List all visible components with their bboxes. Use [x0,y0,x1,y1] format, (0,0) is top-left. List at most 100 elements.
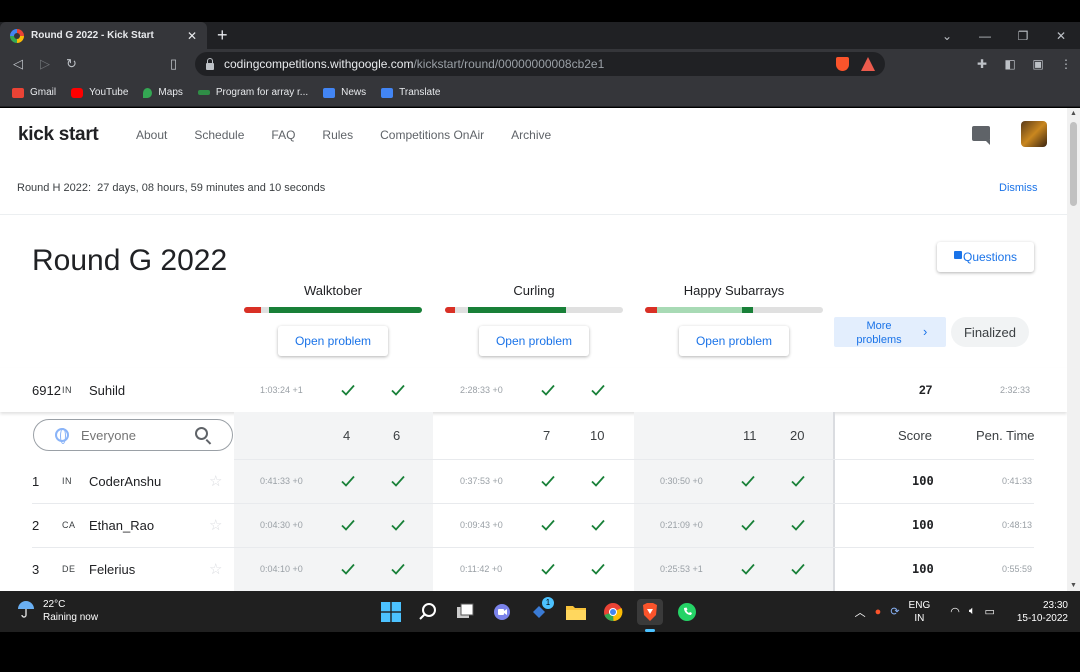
open-problem-button[interactable]: Open problem [679,326,789,356]
chevron-right-icon: › [923,324,928,339]
sidebar-icon[interactable]: ◧ [996,57,1024,71]
star-icon[interactable]: ☆ [209,459,222,503]
username[interactable]: CoderAnshu [89,459,161,503]
problem-name: Curling [513,283,555,298]
search-icon[interactable] [415,599,441,625]
penalty-time: 0:55:59 [1002,564,1033,574]
bookmark-gmail[interactable]: Gmail [12,87,56,98]
whatsapp-icon[interactable] [674,599,700,625]
tab-search-icon[interactable]: ⌄ [928,29,966,43]
questions-button[interactable]: Questions [937,242,1034,272]
nav-schedule[interactable]: Schedule [194,128,244,142]
bookmark-translate[interactable]: Translate [381,87,440,98]
max-points: 7 [543,427,551,443]
username[interactable]: Ethan_Rao [89,503,154,547]
score: 100 [912,474,934,488]
url-text: codingcompetitions.withgoogle.com/kickst… [224,57,605,71]
brave-icon[interactable] [637,598,663,632]
active-app-indicator [645,628,655,632]
open-problem-button[interactable]: Open problem [278,326,388,356]
kickstart-logo[interactable]: kick start [18,124,99,146]
scroll-up-icon[interactable]: ▲ [1070,110,1077,117]
screen: Round G 2022 - Kick Start ✕ + ⌄ — ❐ ✕ ◁ … [0,0,1080,672]
nav-about[interactable]: About [136,128,167,142]
new-tab-icon[interactable]: + [217,25,228,45]
chevron-up-icon[interactable]: ︿ [855,604,866,620]
notification-badge: 1 [542,596,554,609]
bookmark-news[interactable]: News [323,87,366,98]
star-icon[interactable]: ☆ [209,547,222,591]
chat-icon[interactable] [972,126,990,145]
star-icon[interactable]: ☆ [209,503,222,547]
wifi-icon[interactable]: ◠ [950,605,960,618]
score-header[interactable]: Score [898,413,932,457]
max-points: 11 [743,427,757,443]
chat-icon [953,251,962,259]
scroll-thumb[interactable] [1070,122,1077,206]
check-icon [390,503,406,547]
nav-archive[interactable]: Archive [511,128,551,142]
start-icon[interactable] [378,599,404,625]
avatar[interactable] [1021,121,1047,147]
scroll-down-icon[interactable]: ▼ [1070,582,1077,589]
username[interactable]: Suhild [89,368,125,412]
menu-icon[interactable]: ⋮ [1052,57,1080,71]
open-problem-button[interactable]: Open problem [479,326,589,356]
translate-icon [381,87,394,98]
penalty-header[interactable]: Pen. Time [976,413,1035,457]
penalty-time: 0:41:33 [1002,476,1033,486]
address-bar[interactable]: codingcompetitions.withgoogle.com/kickst… [195,52,885,76]
nav-competitions-onair[interactable]: Competitions OnAir [380,128,484,142]
volume-icon[interactable]: 🔈︎ [969,605,976,618]
widgets-icon[interactable]: 1 [526,596,554,625]
file-explorer-icon[interactable] [563,599,589,625]
country-code: IN [62,385,72,395]
chrome-icon[interactable] [600,599,626,625]
table-row[interactable]: 1 IN CoderAnshu ☆ 0:41:33 +0 0:37:53 +0 … [0,459,1067,503]
solve-time: 2:28:33 +0 [460,385,503,395]
check-icon [790,503,806,547]
restore-icon[interactable]: ❐ [1004,29,1042,43]
weather-widget[interactable]: 22°C Raining now [16,599,98,623]
table-row[interactable]: 3 DE Felerius ☆ 0:04:10 +0 0:11:42 +0 0:… [0,547,1067,591]
more-problems-button[interactable]: More problems › [834,317,946,347]
brave-tray-icon[interactable]: ● [875,606,882,618]
minimize-icon[interactable]: — [966,29,1004,43]
reload-icon[interactable]: ↻ [66,56,77,72]
teams-chat-icon[interactable] [489,599,515,625]
close-tab-icon[interactable]: ✕ [187,29,197,43]
lock-icon [206,57,214,70]
clock[interactable]: 23:30 15-10-2022 [1017,599,1068,625]
sync-icon[interactable]: ⟳ [890,605,899,618]
check-icon [340,459,356,503]
language-indicator[interactable]: ENG IN [909,599,931,625]
username[interactable]: Felerius [89,547,135,591]
task-view-icon[interactable] [452,599,478,625]
solve-time: 0:41:33 +0 [260,476,303,486]
browser-tab[interactable]: Round G 2022 - Kick Start ✕ [0,22,207,49]
nav-rules[interactable]: Rules [322,128,353,142]
close-window-icon[interactable]: ✕ [1042,29,1080,43]
bookmark-program[interactable]: Program for array r... [197,87,308,98]
nav-faq[interactable]: FAQ [271,128,295,142]
brave-shield-icon[interactable] [836,57,849,71]
web-page: kick start About Schedule FAQ Rules Comp… [0,108,1067,591]
table-row[interactable]: 2 CA Ethan_Rao ☆ 0:04:30 +0 0:09:43 +0 0… [0,503,1067,547]
penalty-time: 2:32:33 [1000,385,1031,395]
brave-rewards-icon[interactable] [861,57,875,71]
extensions-icon[interactable]: ✚ [968,57,996,71]
wallet-icon[interactable]: ▣ [1024,57,1052,71]
max-points: 4 [343,427,351,443]
solve-time: 0:04:30 +0 [260,520,303,530]
back-icon[interactable]: ◁ [13,56,23,72]
bookmark-youtube[interactable]: YouTube [71,87,128,98]
page-scrollbar[interactable]: ▲ ▼ [1067,108,1080,591]
dismiss-link[interactable]: Dismiss [999,182,1038,194]
page-title: Round G 2022 [32,244,228,277]
forward-icon[interactable]: ▷ [40,56,50,72]
bookmark-maps[interactable]: Maps [143,87,183,98]
bookmark-icon[interactable]: ▯ [170,56,177,72]
rank: 1 [32,473,40,489]
battery-icon[interactable]: ▭ [984,605,994,618]
next-round-banner: Round H 2022: 27 days, 08 hours, 59 minu… [0,175,1067,215]
